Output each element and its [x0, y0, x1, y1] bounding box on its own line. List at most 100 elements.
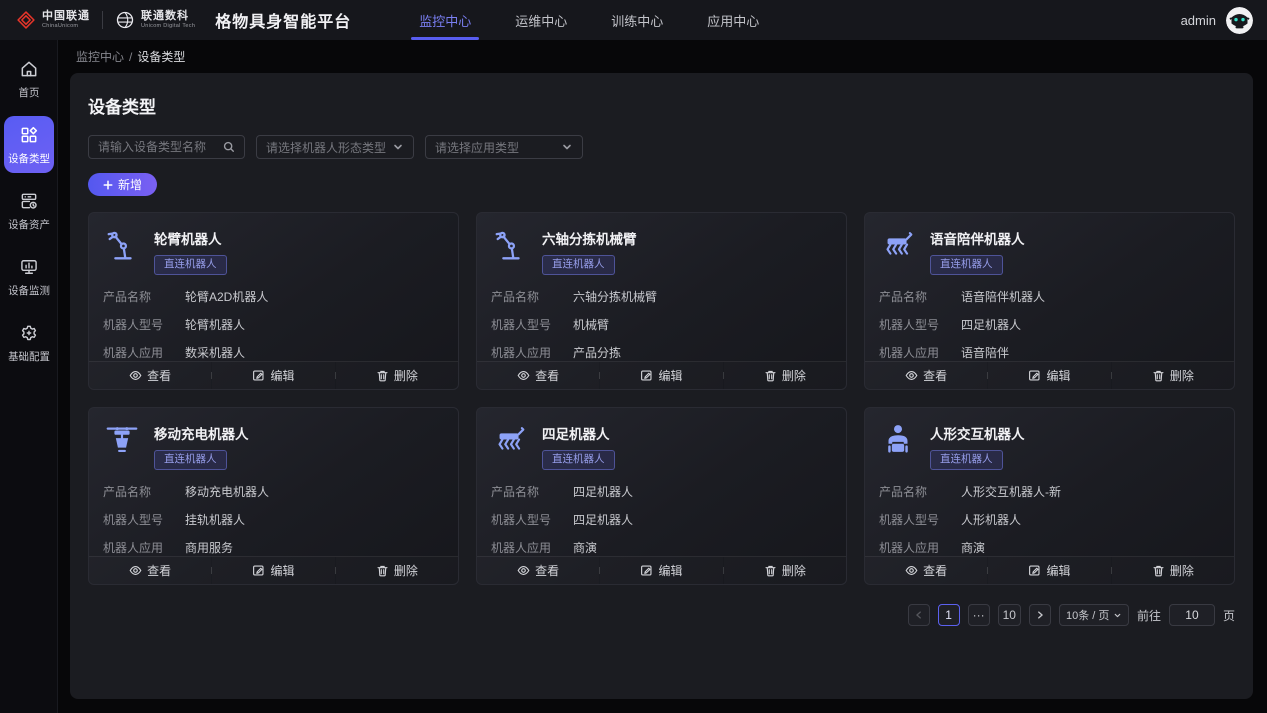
info-label: 机器人型号 [491, 316, 573, 333]
view-button[interactable]: 查看 [865, 362, 987, 389]
trash-icon [376, 564, 389, 577]
user-avatar[interactable] [1226, 7, 1253, 34]
info-value: 人形交互机器人-新 [961, 483, 1061, 500]
device-asset-icon [19, 191, 39, 211]
edit-icon [1028, 564, 1041, 577]
page-unit-label: 页 [1223, 607, 1235, 624]
info-value: 产品分拣 [573, 344, 621, 361]
more-pages-button[interactable]: ··· [968, 604, 990, 626]
info-value: 六轴分拣机械臂 [573, 288, 657, 305]
info-label: 产品名称 [491, 483, 573, 500]
chevron-down-icon [1113, 611, 1122, 620]
trash-icon [1152, 564, 1165, 577]
view-button[interactable]: 查看 [477, 557, 599, 584]
view-button[interactable]: 查看 [89, 557, 211, 584]
robot-arm-icon [491, 226, 529, 264]
trash-icon [376, 369, 389, 382]
edit-label: 编辑 [270, 562, 294, 579]
eye-icon [905, 369, 918, 382]
topbar: 中国联通 ChinaUnicom 联通数科 Unicom Digital Tec… [0, 0, 1267, 40]
edit-icon [640, 369, 653, 382]
info-label: 产品名称 [103, 288, 185, 305]
nav-label: 运维中心 [515, 11, 567, 30]
nav-training-center[interactable]: 训练中心 [589, 0, 685, 40]
page-size-select[interactable]: 10条 / 页 [1059, 604, 1129, 626]
edit-button[interactable]: 编辑 [600, 557, 722, 584]
filter-bar: 请选择机器人形态类型 请选择应用类型 [88, 135, 1235, 159]
nav-monitor-center[interactable]: 监控中心 [397, 0, 493, 40]
edit-button[interactable]: 编辑 [988, 362, 1110, 389]
edit-button[interactable]: 编辑 [212, 362, 334, 389]
view-button[interactable]: 查看 [89, 362, 211, 389]
unicom-cn-label: 中国联通 [42, 11, 90, 22]
delete-button[interactable]: 删除 [724, 362, 846, 389]
delete-button[interactable]: 删除 [336, 362, 458, 389]
nav-label: 应用中心 [707, 11, 759, 30]
info-label: 机器人应用 [879, 539, 961, 556]
add-device-type-button[interactable]: 新增 [88, 173, 157, 196]
device-type-icon [19, 125, 39, 145]
breadcrumb: 监控中心/设备类型 [58, 40, 1267, 70]
sidebar-item-device-type[interactable]: 设备类型 [4, 116, 54, 173]
sidebar-item-device-monitor[interactable]: 设备监测 [4, 248, 54, 305]
device-type-card-grid: 轮臂机器人 直连机器人 产品名称轮臂A2D机器人 机器人型号轮臂机器人 机器人应… [88, 212, 1235, 585]
page-button-10[interactable]: 10 [998, 604, 1021, 626]
nav-ops-center[interactable]: 运维中心 [493, 0, 589, 40]
card-title: 人形交互机器人 [930, 421, 1025, 443]
breadcrumb-separator: / [129, 50, 132, 64]
device-type-search-input[interactable] [98, 140, 223, 154]
sidebar-item-label: 基础配置 [8, 348, 50, 363]
card-title: 六轴分拣机械臂 [542, 226, 637, 248]
edit-button[interactable]: 编辑 [600, 362, 722, 389]
sidebar-item-home[interactable]: 首页 [4, 50, 54, 107]
sidebar-item-base-config[interactable]: 基础配置 [4, 314, 54, 371]
edit-icon [1028, 369, 1041, 382]
robot-form-type-select[interactable]: 请选择机器人形态类型 [256, 135, 414, 159]
eye-icon [517, 369, 530, 382]
delete-button[interactable]: 删除 [1112, 557, 1234, 584]
sidebar-item-device-asset[interactable]: 设备资产 [4, 182, 54, 239]
unicom-knot-icon [16, 10, 36, 30]
info-label: 产品名称 [879, 288, 961, 305]
edit-button[interactable]: 编辑 [988, 557, 1110, 584]
next-page-button[interactable] [1029, 604, 1051, 626]
brand: 中国联通 ChinaUnicom 联通数科 Unicom Digital Tec… [16, 8, 351, 32]
app-type-select[interactable]: 请选择应用类型 [425, 135, 583, 159]
card-title: 语音陪伴机器人 [930, 226, 1025, 248]
info-label: 产品名称 [491, 288, 573, 305]
select-placeholder: 请选择机器人形态类型 [266, 139, 386, 156]
nav-app-center[interactable]: 应用中心 [685, 0, 781, 40]
card-tag: 直连机器人 [154, 450, 227, 470]
search-icon[interactable] [223, 141, 235, 153]
delete-button[interactable]: 删除 [724, 557, 846, 584]
info-label: 机器人型号 [103, 511, 185, 528]
page-button-1[interactable]: 1 [938, 604, 960, 626]
card-title: 轮臂机器人 [154, 226, 227, 248]
info-label: 机器人应用 [491, 344, 573, 361]
edit-button[interactable]: 编辑 [212, 557, 334, 584]
device-type-card: 四足机器人 直连机器人 产品名称四足机器人 机器人型号四足机器人 机器人应用商演… [476, 407, 847, 585]
view-button[interactable]: 查看 [865, 557, 987, 584]
view-label: 查看 [535, 562, 559, 579]
eye-icon [129, 369, 142, 382]
home-icon [19, 59, 39, 79]
unicom-digital-logo: 联通数科 Unicom Digital Tech [115, 10, 195, 30]
base-config-icon [19, 323, 39, 343]
info-value: 四足机器人 [961, 316, 1021, 333]
delete-button[interactable]: 删除 [1112, 362, 1234, 389]
view-button[interactable]: 查看 [477, 362, 599, 389]
info-label: 机器人应用 [103, 344, 185, 361]
info-label: 机器人型号 [103, 316, 185, 333]
card-tag: 直连机器人 [930, 255, 1003, 275]
prev-page-button[interactable] [908, 604, 930, 626]
card-tag: 直连机器人 [154, 255, 227, 275]
quadruped-robot-icon [491, 421, 529, 459]
delete-button[interactable]: 删除 [336, 557, 458, 584]
delete-label: 删除 [394, 367, 418, 384]
digital-globe-icon [115, 10, 135, 30]
quadruped-robot-icon [879, 226, 917, 264]
view-label: 查看 [147, 562, 171, 579]
breadcrumb-parent[interactable]: 监控中心 [76, 50, 124, 64]
goto-page-input[interactable] [1169, 604, 1215, 626]
sidebar-item-label: 首页 [18, 84, 39, 99]
